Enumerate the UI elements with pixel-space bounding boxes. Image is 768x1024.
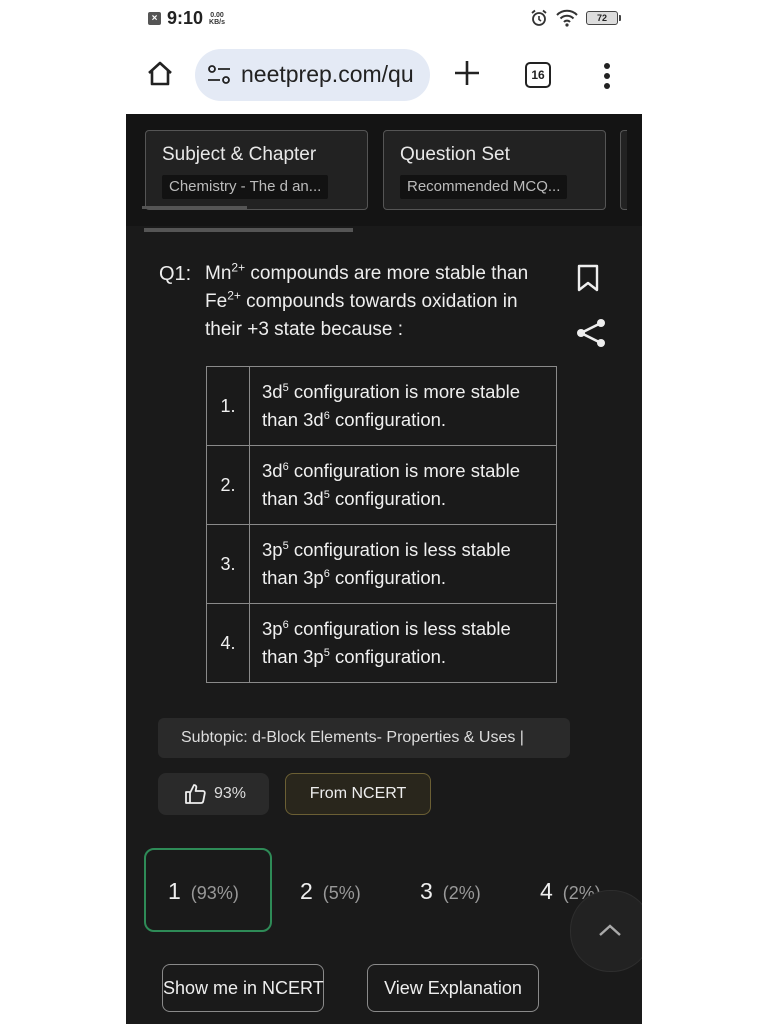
show-in-ncert-label: Show me in NCERT	[163, 978, 324, 998]
scroll-to-top-button[interactable]	[570, 890, 642, 972]
option-part: configuration is more stable	[288, 460, 521, 481]
question-set-selector[interactable]: Question Set Recommended MCQ...	[383, 130, 606, 210]
answer-choice-number: 3	[420, 878, 433, 904]
option-part: than 3d	[262, 409, 324, 430]
more-options-icon[interactable]	[600, 62, 614, 90]
option-part: configuration.	[329, 567, 447, 588]
like-button[interactable]: 93%	[158, 773, 269, 815]
option-number: 3.	[206, 524, 250, 604]
alarm-icon	[531, 9, 547, 26]
selector-panel: Subject & Chapter Chemistry - The d an..…	[126, 114, 642, 226]
option-part: than 3p	[262, 646, 324, 667]
option-row[interactable]: 1. 3d5 configuration is more stable than …	[206, 366, 557, 446]
subject-chapter-value: Chemistry - The d an...	[162, 175, 329, 199]
notification-icon: ×	[148, 12, 161, 25]
next-selector-card[interactable]	[620, 130, 627, 210]
chevron-up-icon	[599, 924, 621, 936]
question-text: Mn2+ compounds are more stable than Fe2+…	[205, 260, 565, 344]
answer-choice-3[interactable]: 3 (2%)	[420, 848, 510, 928]
question-number: Q1:	[159, 263, 192, 285]
option-part: configuration.	[329, 646, 447, 667]
option-part: 3d	[262, 381, 283, 402]
question-line2-sup: 2+	[227, 288, 241, 303]
question-line2-b: compounds towards oxidation in	[240, 291, 518, 312]
subject-chapter-title: Subject & Chapter	[162, 144, 317, 165]
option-part: 3p	[262, 618, 283, 639]
answer-choice-1[interactable]: 1 (93%)	[144, 848, 272, 932]
clock: 9:10	[167, 8, 204, 28]
web-page: Subject & Chapter Chemistry - The d an..…	[126, 114, 642, 1024]
option-part: configuration is less stable	[288, 618, 511, 639]
network-speed: 0.00 KB/s	[209, 12, 225, 26]
question-line2-a: Fe	[205, 291, 228, 312]
view-explanation-button[interactable]: View Explanation	[367, 964, 539, 1012]
subtopic-label: Subtopic: d-Block Elements- Properties &…	[181, 729, 524, 746]
option-part: than 3p	[262, 567, 324, 588]
subject-chapter-selector[interactable]: Subject & Chapter Chemistry - The d an..…	[145, 130, 368, 210]
option-part: 3p	[262, 539, 283, 560]
share-icon[interactable]	[575, 318, 607, 348]
selector-scrollbar[interactable]	[142, 206, 247, 209]
address-bar[interactable]: neetprep.com/qu	[195, 49, 430, 101]
option-part: configuration.	[329, 409, 447, 430]
battery-indicator: 72	[586, 11, 621, 25]
option-part: configuration is less stable	[288, 539, 511, 560]
option-text: 3p6 configuration is less stable than 3p5…	[249, 603, 557, 683]
tab-switcher-button[interactable]: 16	[525, 62, 551, 88]
view-explanation-label: View Explanation	[384, 978, 522, 998]
thumbs-up-icon	[185, 784, 206, 804]
option-number: 1.	[206, 366, 250, 446]
question-set-value: Recommended MCQ...	[400, 175, 568, 199]
home-icon[interactable]	[146, 60, 174, 88]
url-text: neetprep.com/qu	[241, 61, 414, 87]
option-text: 3d5 configuration is more stable than 3d6…	[249, 366, 557, 446]
status-left: × 9:10 0.00 KB/s	[148, 8, 225, 29]
option-number: 4.	[206, 603, 250, 683]
ncert-source-label: From NCERT	[309, 785, 407, 802]
question-line3: their +3 state because :	[205, 319, 404, 340]
question-line1-b: compounds are more stable than	[245, 263, 529, 284]
option-part: 3d	[262, 460, 283, 481]
like-percent: 93%	[214, 785, 247, 802]
bookmark-icon[interactable]	[576, 264, 600, 292]
wifi-icon	[556, 9, 578, 27]
question-set-title: Question Set	[400, 144, 510, 165]
show-in-ncert-button[interactable]: Show me in NCERT	[162, 964, 324, 1012]
site-settings-icon[interactable]	[207, 64, 231, 86]
option-part: than 3d	[262, 488, 324, 509]
answer-choice-number: 2	[300, 878, 313, 904]
option-text: 3p5 configuration is less stable than 3p6…	[249, 524, 557, 604]
network-speed-value: 0.00	[210, 11, 224, 19]
option-row[interactable]: 2. 3d6 configuration is more stable than …	[206, 445, 557, 525]
answer-choice-percent: (2%)	[442, 883, 481, 903]
options-table: 1. 3d5 configuration is more stable than …	[206, 366, 557, 683]
question-line1-sup: 2+	[231, 260, 246, 275]
answer-choice-2[interactable]: 2 (5%)	[300, 848, 390, 928]
option-number: 2.	[206, 445, 250, 525]
subtopic-tag[interactable]: Subtopic: d-Block Elements- Properties &…	[158, 718, 570, 758]
question-line1-a: Mn	[205, 263, 232, 284]
option-text: 3d6 configuration is more stable than 3d5…	[249, 445, 557, 525]
page-scroll-indicator	[144, 228, 353, 232]
status-right: 72	[530, 9, 621, 27]
answer-choice-number: 4	[540, 878, 553, 904]
answer-choice-number: 1	[168, 878, 181, 904]
ncert-source-badge: From NCERT	[285, 773, 431, 815]
option-row[interactable]: 4. 3p6 configuration is less stable than …	[206, 603, 557, 683]
new-tab-icon[interactable]	[452, 58, 482, 88]
option-part: configuration is more stable	[288, 381, 521, 402]
status-bar: × 9:10 0.00 KB/s 72	[0, 0, 768, 38]
answer-choice-percent: (93%)	[190, 883, 239, 903]
option-row[interactable]: 3. 3p5 configuration is less stable than …	[206, 524, 557, 604]
answer-choice-percent: (5%)	[322, 883, 361, 903]
option-part: configuration.	[329, 488, 447, 509]
browser-toolbar: neetprep.com/qu 16	[0, 38, 768, 114]
network-speed-unit: KB/s	[209, 18, 225, 26]
